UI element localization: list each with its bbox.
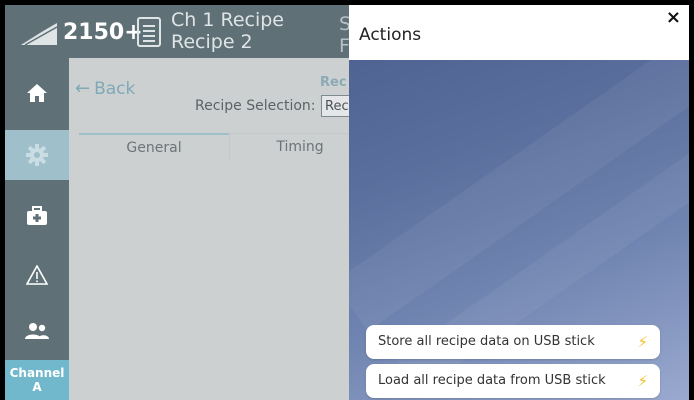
medkit-icon <box>27 206 47 225</box>
actions-panel-title: Actions <box>359 25 422 45</box>
recipe-document-icon[interactable] <box>137 17 161 47</box>
back-arrow-icon: ← <box>75 78 91 99</box>
store-usb-button[interactable]: Store all recipe data on USB stick ⚡ <box>366 325 660 359</box>
sidebar: Channel A <box>5 58 69 400</box>
sidebar-item-home[interactable] <box>5 68 69 118</box>
sidebar-item-users[interactable] <box>5 306 69 356</box>
back-button[interactable]: ← Back <box>75 78 135 99</box>
load-usb-label: Load all recipe data from USB stick <box>378 373 606 388</box>
channel-selector[interactable]: Channel A <box>5 360 69 400</box>
page-heading: Rec <box>320 75 347 90</box>
brand-logo-icon <box>18 20 58 46</box>
warning-icon <box>26 265 48 285</box>
sidebar-item-settings[interactable] <box>5 130 69 180</box>
close-icon[interactable]: × <box>666 9 681 27</box>
tab-general[interactable]: General <box>79 133 229 161</box>
main-content: ← Back Rec Recipe Selection: Reci General… <box>69 58 370 400</box>
tab-bar: General Timing <box>79 133 370 161</box>
sidebar-item-alarms[interactable] <box>5 250 69 300</box>
recipe-title: Ch 1 Recipe Recipe 2 <box>171 9 284 53</box>
lightning-icon: ⚡ <box>637 372 648 390</box>
load-usb-button[interactable]: Load all recipe data from USB stick ⚡ <box>366 364 660 398</box>
sidebar-item-service[interactable] <box>5 191 69 241</box>
actions-panel: Actions × Store all recipe data on USB s… <box>349 5 689 400</box>
lightning-icon: ⚡ <box>637 333 648 351</box>
store-usb-label: Store all recipe data on USB stick <box>378 334 595 349</box>
home-icon <box>27 84 47 102</box>
channel-label: Channel <box>9 366 65 380</box>
model-label: 2150+ <box>63 20 143 45</box>
recipe-selection-label: Recipe Selection: <box>195 98 316 114</box>
back-label: Back <box>94 79 136 99</box>
brand: 2150+ <box>11 13 143 51</box>
recipe-title-line2: Recipe 2 <box>171 31 253 53</box>
channel-value: A <box>32 380 42 394</box>
recipe-title-line1: Ch 1 Recipe <box>171 9 284 31</box>
users-icon <box>25 323 49 339</box>
gear-icon <box>26 144 48 166</box>
actions-panel-header: Actions × <box>349 5 689 60</box>
